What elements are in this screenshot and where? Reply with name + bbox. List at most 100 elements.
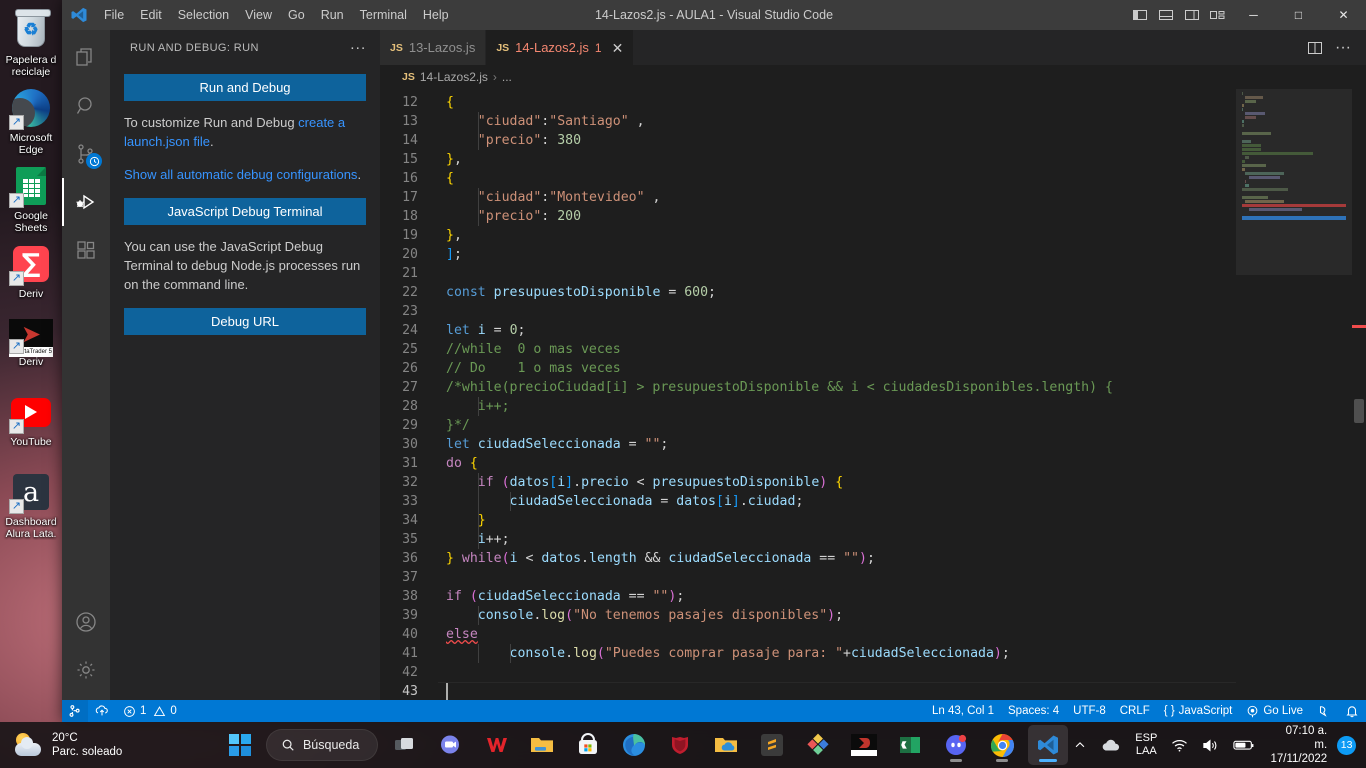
desktop-icon-alura-dashboard[interactable]: a ↗ Dashboard Alura Lata. — [0, 470, 62, 540]
desktop-icon-youtube[interactable]: ↗ YouTube — [0, 390, 62, 448]
taskbar-weather-widget[interactable]: 20°C Parc. soleado — [0, 731, 220, 759]
desktop-icon-google-sheets[interactable]: ↗ Google Sheets — [0, 164, 62, 234]
status-sync-changes[interactable] — [88, 700, 116, 722]
tab-close-icon[interactable]: ✕ — [612, 41, 624, 55]
debug-url-button[interactable]: Debug URL — [124, 308, 366, 335]
menu-selection[interactable]: Selection — [170, 4, 237, 26]
menu-terminal[interactable]: Terminal — [352, 4, 415, 26]
taskbar-app-onedrive-folder[interactable] — [706, 725, 746, 765]
code-line[interactable]: } — [438, 511, 1236, 530]
activity-item-run-and-debug[interactable] — [62, 178, 110, 226]
toggle-primary-sidebar-icon[interactable] — [1127, 0, 1153, 30]
split-editor-icon[interactable] — [1302, 30, 1328, 65]
code-line[interactable]: /*while(precioCiudad[i] > presupuestoDis… — [438, 378, 1236, 397]
status-cursor-position[interactable]: Ln 43, Col 1 — [925, 700, 1001, 722]
code-line[interactable]: if (datos[i].precio < presupuestoDisponi… — [438, 473, 1236, 492]
speaker-icon[interactable] — [1197, 735, 1224, 756]
scrollbar-thumb[interactable] — [1354, 399, 1364, 423]
activity-item-explorer[interactable] — [62, 34, 110, 82]
taskbar-search-box[interactable]: Búsqueda — [265, 729, 379, 761]
desktop-icon-recycle-bin[interactable]: ♻ Papelera d reciclaje — [0, 8, 62, 78]
code-line[interactable]: ciudadSeleccionada = datos[i].ciudad; — [438, 492, 1236, 511]
taskbar-app-visual-studio-code[interactable] — [1028, 725, 1069, 765]
code-line[interactable]: "precio": 200 — [438, 207, 1236, 226]
tray-overflow-button[interactable] — [1068, 735, 1092, 755]
code-line[interactable]: }*/ — [438, 416, 1236, 435]
code-line[interactable]: if (ciudadSeleccionada == ""); — [438, 587, 1236, 606]
menu-file[interactable]: File — [96, 4, 132, 26]
code-line[interactable] — [438, 264, 1236, 283]
taskbar-app-sublime-text[interactable] — [752, 725, 792, 765]
status-notifications[interactable] — [1338, 700, 1366, 722]
toggle-secondary-sidebar-icon[interactable] — [1179, 0, 1205, 30]
code-line[interactable]: else — [438, 625, 1236, 644]
activity-item-search[interactable] — [62, 82, 110, 130]
code-line[interactable]: "precio": 380 — [438, 131, 1236, 150]
taskbar-app-google-chrome[interactable] — [982, 725, 1022, 765]
activity-item-manage-settings[interactable] — [62, 646, 110, 694]
code-line[interactable]: i++; — [438, 530, 1236, 549]
menu-go[interactable]: Go — [280, 4, 313, 26]
activity-item-extensions[interactable] — [62, 226, 110, 274]
javascript-debug-terminal-button[interactable]: JavaScript Debug Terminal — [124, 198, 366, 225]
code-line[interactable] — [438, 682, 1236, 700]
sidebar-more-actions-icon[interactable]: ··· — [344, 40, 372, 55]
code-line[interactable]: ]; — [438, 245, 1236, 264]
taskbar-app-microsoft-teams[interactable] — [430, 725, 470, 765]
toggle-panel-icon[interactable] — [1153, 0, 1179, 30]
breadcrumb-file[interactable]: 14-Lazos2.js — [420, 70, 488, 84]
status-language-mode[interactable]: { } JavaScript — [1157, 700, 1240, 722]
minimap[interactable] — [1236, 89, 1352, 700]
code-content[interactable]: { "ciudad":"Santiago" , "precio": 380},{… — [438, 89, 1236, 700]
tab-13-lazos-js[interactable]: JS 13-Lazos.js — [380, 30, 487, 65]
code-line[interactable]: i++; — [438, 397, 1236, 416]
desktop-icon-microsoft-edge[interactable]: ↗ Microsoft Edge — [0, 86, 62, 156]
code-line[interactable]: { — [438, 93, 1236, 112]
menu-edit[interactable]: Edit — [132, 4, 170, 26]
taskbar-app-mcafee[interactable] — [660, 725, 700, 765]
window-close-button[interactable]: ✕ — [1321, 0, 1366, 30]
editor-more-actions-icon[interactable]: ··· — [1330, 30, 1356, 65]
taskbar-app-microsoft-excel[interactable] — [890, 725, 930, 765]
code-line[interactable]: { — [438, 169, 1236, 188]
customize-layout-icon[interactable] — [1205, 0, 1231, 30]
code-line[interactable] — [438, 568, 1236, 587]
tray-language-indicator[interactable]: ESP LAA — [1130, 729, 1162, 761]
taskbar-app-deriv-metatrader[interactable] — [844, 725, 884, 765]
code-line[interactable] — [438, 663, 1236, 682]
battery-icon[interactable] — [1228, 735, 1260, 755]
cloud-icon[interactable] — [1096, 735, 1126, 755]
menu-view[interactable]: View — [237, 4, 280, 26]
desktop-icon-deriv[interactable]: ∑ ↗ Deriv — [0, 242, 62, 300]
code-line[interactable]: do { — [438, 454, 1236, 473]
breadcrumb-rest[interactable]: ... — [502, 70, 512, 84]
code-line[interactable]: "ciudad":"Santiago" , — [438, 112, 1236, 131]
code-editor[interactable]: 12 13 14 15 16 17 18 19 20 21 22 23 24 25 26 27 28 29 30 31… — [380, 89, 1366, 700]
code-line[interactable]: const presupuestoDisponible = 600; — [438, 283, 1236, 302]
window-minimize-button[interactable]: ─ — [1231, 0, 1276, 30]
notification-count-badge[interactable]: 13 — [1337, 735, 1356, 755]
start-button[interactable] — [220, 725, 260, 765]
status-eol[interactable]: CRLF — [1113, 700, 1157, 722]
status-feedback[interactable] — [1310, 700, 1338, 722]
code-line[interactable]: let i = 0; — [438, 321, 1236, 340]
menu-help[interactable]: Help — [415, 4, 457, 26]
code-line[interactable]: console.log("No tenemos pasajes disponib… — [438, 606, 1236, 625]
desktop-icon-deriv-metatrader[interactable]: ➤ rtaTrader 5 ↗ Deriv — [0, 314, 62, 368]
taskbar-app-microsoft-edge[interactable] — [614, 725, 654, 765]
code-line[interactable]: let ciudadSeleccionada = ""; — [438, 435, 1236, 454]
tab-14-lazos2-js[interactable]: JS 14-Lazos2.js 1 ✕ — [486, 30, 635, 65]
taskbar-app-file-explorer[interactable] — [522, 725, 562, 765]
taskbar-app-paint-3d[interactable] — [798, 725, 838, 765]
taskbar-app-task-view[interactable] — [384, 725, 424, 765]
code-line[interactable]: } while(i < datos.length && ciudadSelecc… — [438, 549, 1236, 568]
status-remote-window[interactable] — [62, 700, 88, 722]
status-problems[interactable]: 1 0 — [116, 700, 184, 722]
window-maximize-button[interactable]: □ — [1276, 0, 1321, 30]
activity-item-accounts[interactable] — [62, 598, 110, 646]
code-line[interactable]: // Do 1 o mas veces — [438, 359, 1236, 378]
code-line[interactable]: "ciudad":"Montevideo" , — [438, 188, 1236, 207]
run-and-debug-button[interactable]: Run and Debug — [124, 74, 366, 101]
editor-scrollbar[interactable] — [1352, 89, 1366, 700]
code-line[interactable] — [438, 302, 1236, 321]
